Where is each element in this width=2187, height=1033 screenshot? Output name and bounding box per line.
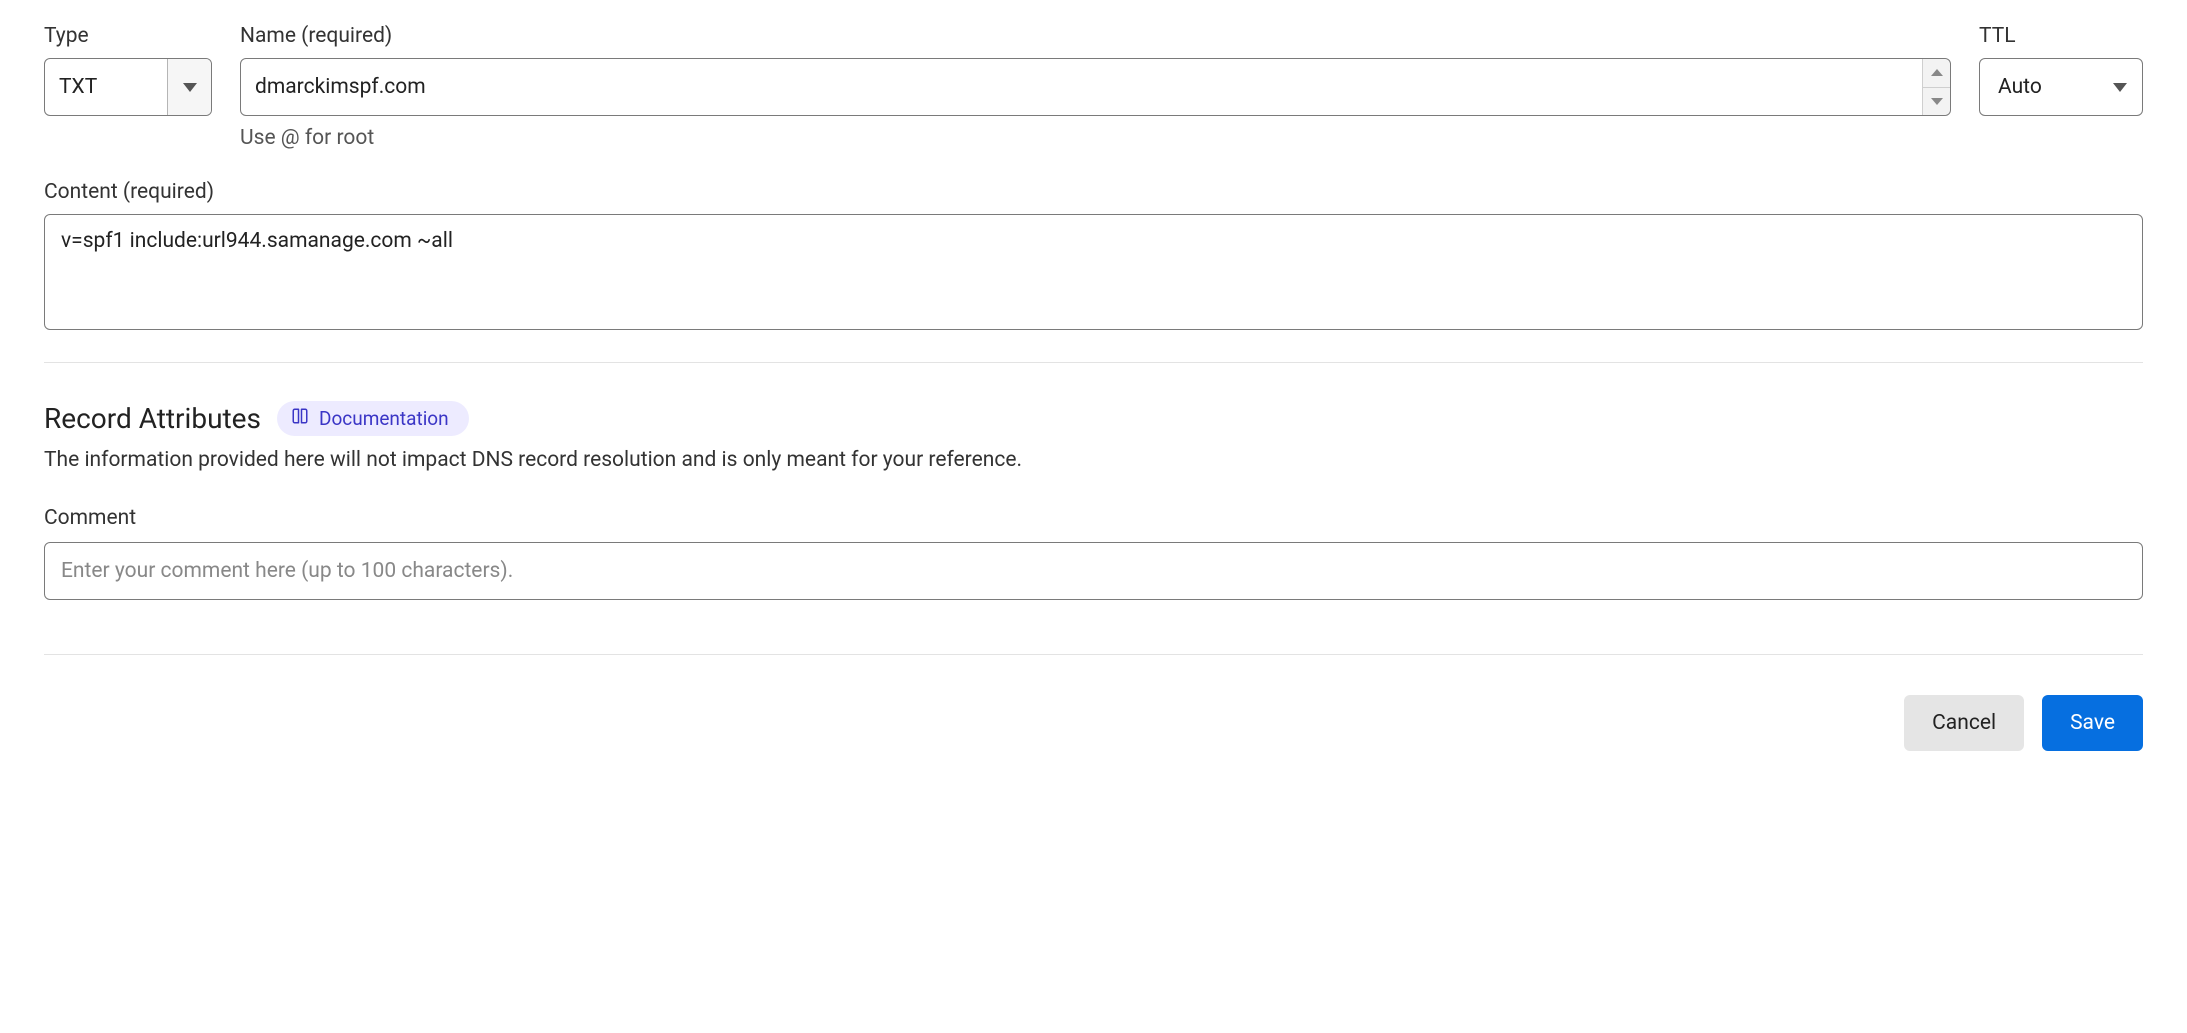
name-label: Name (required) [240,24,1951,48]
chevron-down-icon [2098,59,2142,115]
documentation-link[interactable]: Documentation [277,401,469,436]
documentation-link-label: Documentation [319,407,449,430]
type-select[interactable]: TXT [44,58,212,116]
save-button[interactable]: Save [2042,695,2143,751]
content-label: Content (required) [44,180,2143,204]
type-label: Type [44,24,212,48]
comment-label: Comment [44,506,2143,530]
name-stepper[interactable] [1922,59,1950,115]
record-attributes-title: Record Attributes [44,402,261,435]
ttl-label: TTL [1979,24,2143,48]
content-textarea[interactable] [44,214,2143,330]
record-attributes-description: The information provided here will not i… [44,448,2143,472]
stepper-down-icon[interactable] [1923,88,1950,116]
name-input[interactable] [240,58,1951,116]
stepper-up-icon[interactable] [1923,59,1950,88]
ttl-select-value: Auto [1980,59,2098,115]
comment-input[interactable] [44,542,2143,600]
name-help-text: Use @ for root [240,126,1951,150]
chevron-down-icon [167,59,211,115]
book-icon [291,407,309,430]
type-select-value: TXT [45,59,167,115]
cancel-button[interactable]: Cancel [1904,695,2024,751]
ttl-select[interactable]: Auto [1979,58,2143,116]
